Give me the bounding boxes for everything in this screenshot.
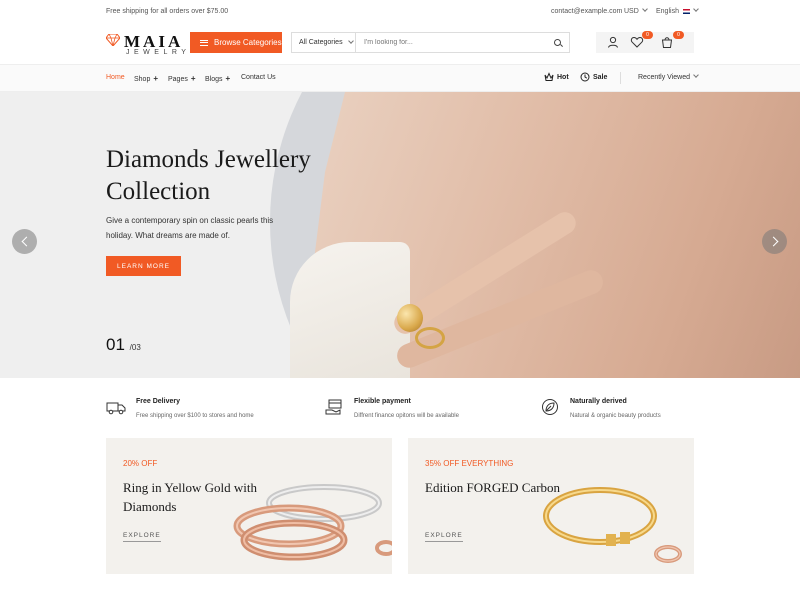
- wishlist-count-badge: 0: [642, 31, 653, 39]
- leaf-icon: [542, 399, 558, 415]
- chevron-down-icon: [347, 37, 354, 44]
- promo-card[interactable]: 20% OFF Ring in Yellow Gold with Diamond…: [106, 438, 392, 574]
- chevron-down-icon: [641, 6, 648, 12]
- promo-discount: 20% OFF: [123, 459, 158, 468]
- feature-description: Free shipping over $100 to stores and ho…: [136, 413, 254, 419]
- explore-link[interactable]: EXPLORE: [425, 532, 463, 542]
- top-bar: Free shipping for all orders over $75.00…: [0, 0, 800, 24]
- search-bar: All Categories: [291, 32, 570, 53]
- cart-count-badge: 0: [673, 31, 684, 39]
- uk-flag-icon: [682, 8, 690, 14]
- gold-bangle-image: [543, 487, 682, 563]
- plus-icon: +: [225, 74, 231, 83]
- chevron-down-icon: [693, 6, 699, 12]
- payment-icon: [325, 399, 342, 415]
- nav-item-pages[interactable]: Pages +: [168, 74, 196, 83]
- hero-description: Give a contemporary spin on classic pear…: [106, 216, 274, 240]
- recently-viewed-label: Recently Viewed: [638, 74, 691, 81]
- slide-counter: 01 /03: [106, 335, 141, 355]
- hot-label: Hot: [557, 73, 569, 81]
- search-icon[interactable]: [549, 33, 569, 52]
- nav-divider: [620, 72, 621, 84]
- nav-item-shop[interactable]: Shop +: [134, 74, 158, 83]
- bangles-image: [233, 484, 392, 561]
- crown-icon: [544, 72, 554, 81]
- main-nav: Home Shop + Pages + Blogs + Contact Us Hot …: [0, 64, 800, 92]
- language-label: English: [656, 8, 679, 15]
- feature-title: Naturally derived: [570, 398, 627, 405]
- currency-label: USD: [624, 8, 639, 15]
- nav-item-label: Blogs: [205, 76, 223, 83]
- hero-cloth-shape: [290, 242, 410, 378]
- nav-item-blogs[interactable]: Blogs +: [205, 74, 230, 83]
- slide-total: /03: [129, 343, 141, 352]
- hot-link[interactable]: Hot: [544, 72, 569, 82]
- promo-discount: 35% OFF EVERYTHING: [425, 459, 514, 468]
- sale-link[interactable]: Sale: [580, 72, 607, 82]
- slider-next-arrow-icon[interactable]: [762, 229, 787, 254]
- hero-pearl-ring: [397, 304, 423, 332]
- plus-icon: +: [190, 74, 196, 83]
- menu-icon: [200, 39, 208, 46]
- sale-label: Sale: [593, 73, 608, 81]
- nav-item-label: Shop: [134, 76, 151, 83]
- shipping-notice: Free shipping for all orders over $75.00: [106, 8, 229, 15]
- search-input[interactable]: [356, 39, 549, 46]
- currency-selector[interactable]: USD: [624, 6, 648, 15]
- nav-item-label: Pages: [168, 76, 188, 83]
- search-category-select[interactable]: All Categories: [292, 33, 356, 52]
- learn-more-button[interactable]: LEARN MORE: [106, 256, 181, 276]
- contact-email-link[interactable]: contact@example.com: [551, 8, 622, 15]
- feature-description: Natural & organic beauty products: [570, 413, 661, 419]
- clock-icon: [580, 72, 590, 82]
- browse-categories-button[interactable]: Browse Categories: [190, 32, 282, 53]
- browse-categories-label: Browse Categories: [214, 38, 282, 47]
- site-header: MAIA JEWELRY Browse Categories All Categ…: [0, 24, 800, 64]
- feature-title: Flexible payment: [354, 398, 411, 405]
- hero-title: Diamonds Jewellery Collection: [106, 146, 311, 205]
- slider-prev-arrow-icon[interactable]: [12, 229, 37, 254]
- diamond-logo-icon: [106, 34, 120, 46]
- search-category-label: All Categories: [299, 39, 343, 46]
- brand-subtitle: JEWELRY: [126, 49, 191, 56]
- header-actions: 0 0: [596, 31, 694, 53]
- nav-item-home[interactable]: Home: [106, 74, 125, 81]
- slide-current: 01: [106, 335, 125, 354]
- features-row: Free Delivery Free shipping over $100 to…: [0, 378, 800, 438]
- plus-icon: +: [153, 74, 159, 83]
- feature-title: Free Delivery: [136, 398, 180, 405]
- hero-slider: Diamonds Jewellery Collection Give a con…: [0, 92, 800, 378]
- nav-item-contact[interactable]: Contact Us: [241, 74, 276, 81]
- explore-link[interactable]: EXPLORE: [123, 532, 161, 542]
- chevron-down-icon: [693, 72, 699, 78]
- recently-viewed-dropdown[interactable]: Recently Viewed: [638, 72, 699, 81]
- user-icon[interactable]: [606, 35, 620, 49]
- language-selector[interactable]: English: [656, 6, 699, 15]
- truck-icon: [106, 402, 126, 415]
- hero-ring-band: [415, 327, 445, 349]
- promo-card[interactable]: 35% OFF EVERYTHING Edition FORGED Carbon…: [408, 438, 694, 574]
- cart-icon[interactable]: [660, 35, 674, 49]
- feature-description: Diffrent finance opitons will be availab…: [354, 413, 459, 419]
